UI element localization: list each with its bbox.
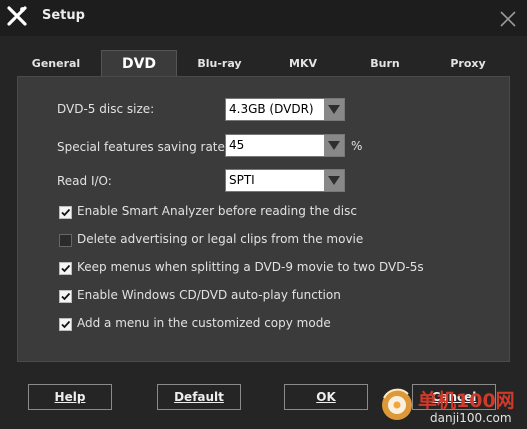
disc-size-select[interactable]: 4.3GB (DVDR) bbox=[225, 98, 345, 121]
watermark: 单机100网 danji100.com bbox=[378, 382, 527, 429]
tab-blu-ray[interactable]: Blu-ray bbox=[182, 52, 257, 76]
checkmark-icon bbox=[61, 208, 71, 217]
disc-logo-icon bbox=[382, 388, 412, 420]
help-button[interactable]: Help bbox=[28, 384, 112, 410]
title-bar: Setup bbox=[0, 0, 527, 36]
option-label: Add a menu in the customized copy mode bbox=[77, 316, 331, 330]
watermark-domain: danji100.com bbox=[430, 411, 512, 425]
window-title: Setup bbox=[42, 8, 85, 23]
disc-size-label: DVD-5 disc size: bbox=[57, 102, 155, 116]
dvdfab-x-icon bbox=[7, 6, 27, 26]
checkbox-checked[interactable] bbox=[59, 262, 72, 275]
tab-mkv[interactable]: MKV bbox=[267, 52, 339, 76]
tab-dvd[interactable]: DVD bbox=[101, 50, 177, 77]
tab-bar: General DVD Blu-ray MKV Burn Proxy bbox=[17, 50, 511, 77]
tab-general[interactable]: General bbox=[17, 52, 95, 76]
checkmark-icon bbox=[61, 320, 71, 329]
checkmark-icon bbox=[61, 264, 71, 273]
tab-proxy[interactable]: Proxy bbox=[432, 52, 504, 76]
option-label: Keep menus when splitting a DVD-9 movie … bbox=[77, 260, 424, 274]
triangle-down-icon bbox=[328, 105, 340, 114]
ok-button[interactable]: OK bbox=[284, 384, 368, 410]
close-icon[interactable] bbox=[496, 7, 520, 31]
checkbox-checked[interactable] bbox=[59, 318, 72, 331]
disc-size-value: 4.3GB (DVDR) bbox=[229, 102, 314, 116]
read-io-select[interactable]: SPTI bbox=[225, 169, 345, 192]
triangle-down-icon bbox=[328, 141, 340, 150]
saving-rate-select[interactable]: 45 bbox=[225, 134, 345, 157]
saving-rate-label: Special features saving rate: bbox=[57, 140, 229, 154]
checkmark-icon bbox=[61, 292, 71, 301]
dropdown-button[interactable] bbox=[324, 99, 344, 120]
checkbox-unchecked[interactable] bbox=[59, 234, 72, 247]
saving-rate-value: 45 bbox=[229, 138, 245, 152]
read-io-value: SPTI bbox=[229, 173, 255, 187]
checkbox-checked[interactable] bbox=[59, 206, 72, 219]
triangle-down-icon bbox=[328, 176, 340, 185]
option-label: Enable Windows CD/DVD auto-play function bbox=[77, 288, 341, 302]
tab-burn[interactable]: Burn bbox=[349, 52, 421, 76]
read-io-label: Read I/O: bbox=[57, 174, 112, 188]
dropdown-button[interactable] bbox=[324, 135, 344, 156]
checkbox-checked[interactable] bbox=[59, 290, 72, 303]
option-label: Enable Smart Analyzer before reading the… bbox=[77, 204, 357, 218]
dropdown-button[interactable] bbox=[324, 170, 344, 191]
default-button[interactable]: Default bbox=[157, 384, 241, 410]
percent-unit: % bbox=[351, 139, 363, 153]
watermark-site-name: 单机100网 bbox=[418, 390, 515, 412]
option-label: Delete advertising or legal clips from t… bbox=[77, 232, 364, 246]
